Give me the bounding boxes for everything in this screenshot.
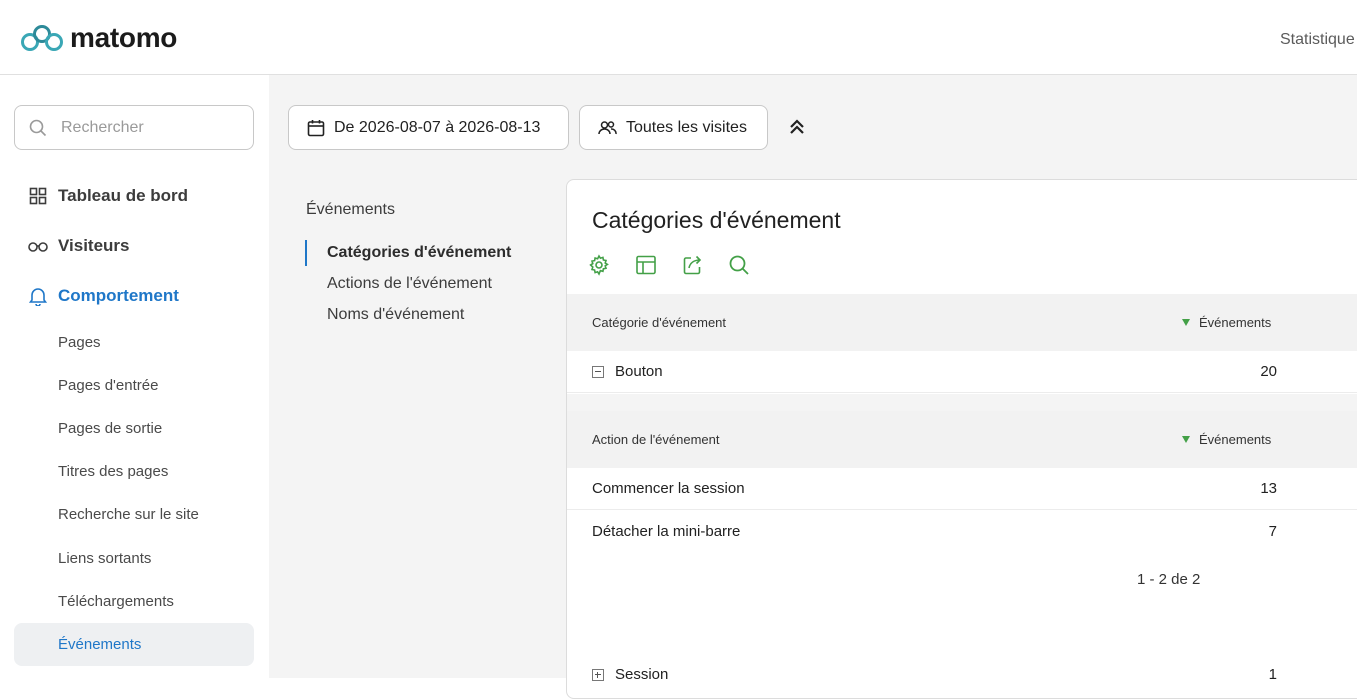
top-nav-statistics-link[interactable]: Statistique	[1280, 31, 1355, 49]
binoculars-icon	[28, 236, 48, 256]
sidebar-item-label: Tableau de bord	[58, 186, 189, 205]
sidebar-subitem-site-search[interactable]: Recherche sur le site	[58, 505, 199, 525]
segment-selector[interactable]: Toutes les visites	[579, 105, 768, 150]
sidebar-item-behaviour[interactable]: Comportement	[28, 281, 179, 311]
row-label: Détacher la mini-barre	[592, 523, 741, 540]
sidebar-item-label: Comportement	[58, 286, 179, 305]
pagination-info: 1 - 2 de 2	[1137, 571, 1201, 588]
sidebar: Tableau de bord Visiteurs Comportement P…	[0, 75, 269, 678]
subtable-header: Action de l'événement Événements	[567, 411, 1357, 468]
subtable-row[interactable]: Détacher la mini-barre 7	[567, 511, 1357, 553]
row-label-text: Session	[615, 666, 669, 683]
matomo-logo[interactable]: matomo	[20, 22, 177, 54]
subtable-row[interactable]: Commencer la session 13	[567, 468, 1357, 510]
row-label: Session	[592, 666, 668, 683]
sidebar-subitem-page-titles[interactable]: Titres des pages	[58, 462, 168, 482]
subtable-column-header-events-label: Événements	[1199, 432, 1272, 447]
sidebar-item-label: Visiteurs	[58, 236, 130, 255]
table-row[interactable]: Bouton 20	[567, 351, 1357, 393]
search-icon[interactable]	[728, 254, 750, 276]
column-header-action[interactable]: Action de l'événement	[592, 432, 720, 447]
sidebar-subitem-pages[interactable]: Pages	[58, 333, 101, 353]
date-range-label: De 2026-08-07 à 2026-08-13	[334, 118, 541, 136]
export-icon[interactable]	[682, 254, 704, 276]
chevron-double-up-icon[interactable]	[787, 117, 807, 137]
subtable-column-header-events[interactable]: Événements	[1182, 432, 1271, 447]
dashboard-grid-icon	[28, 186, 48, 206]
row-value: 7	[1268, 523, 1277, 540]
bell-icon	[28, 286, 48, 306]
search-icon	[29, 119, 47, 137]
calendar-icon	[307, 119, 325, 136]
matomo-logo-icon	[21, 25, 63, 51]
settings-icon[interactable]	[588, 254, 610, 276]
row-value: 1	[1268, 666, 1277, 683]
table-header: Catégorie d'événement Événements	[567, 294, 1357, 351]
sidebar-item-dashboard[interactable]: Tableau de bord	[28, 181, 188, 211]
row-label: Bouton	[592, 363, 663, 380]
column-header-events-label: Événements	[1199, 315, 1272, 330]
collapse-icon[interactable]	[592, 365, 604, 378]
expand-icon[interactable]	[592, 668, 604, 681]
subnav-active-indicator	[305, 240, 307, 266]
sidebar-subitem-downloads[interactable]: Téléchargements	[58, 592, 174, 612]
sort-desc-icon	[1182, 436, 1190, 443]
sidebar-subitem-entry-pages[interactable]: Pages d'entrée	[58, 376, 158, 396]
sidebar-subitem-events[interactable]: Événements	[58, 635, 141, 655]
top-bar: matomo Statistique	[0, 0, 1357, 75]
sidebar-subitem-outlinks[interactable]: Liens sortants	[58, 549, 151, 569]
report-card: Catégories d'événement Catégorie d'événe…	[566, 179, 1357, 699]
segment-label: Toutes les visites	[626, 118, 747, 136]
table-row[interactable]: Session 1	[567, 654, 1357, 696]
subnav-item-actions[interactable]: Actions de l'événement	[327, 275, 492, 293]
subtable-separator	[567, 394, 1357, 412]
column-header-category[interactable]: Catégorie d'événement	[592, 315, 726, 330]
search-input[interactable]	[61, 106, 241, 149]
row-label: Commencer la session	[592, 480, 745, 497]
row-value: 20	[1260, 363, 1277, 380]
row-label-text: Bouton	[615, 363, 663, 380]
sidebar-subitem-exit-pages[interactable]: Pages de sortie	[58, 419, 162, 439]
subnav-item-names[interactable]: Noms d'événement	[327, 306, 464, 324]
report-title: Catégories d'événement	[592, 207, 841, 233]
sidebar-item-visitors[interactable]: Visiteurs	[28, 231, 130, 261]
column-header-events[interactable]: Événements	[1182, 315, 1271, 330]
date-range-selector[interactable]: De 2026-08-07 à 2026-08-13	[288, 105, 569, 150]
row-value: 13	[1260, 480, 1277, 497]
brand-name: matomo	[70, 22, 178, 53]
sidebar-search[interactable]	[14, 105, 254, 150]
subnav-title: Événements	[306, 201, 395, 218]
table-view-icon[interactable]	[635, 254, 657, 276]
subnav-item-categories[interactable]: Catégories d'événement	[327, 244, 511, 262]
users-icon	[598, 120, 617, 134]
main-content: De 2026-08-07 à 2026-08-13 Toutes les vi…	[269, 75, 1357, 699]
sort-desc-icon	[1182, 319, 1190, 326]
